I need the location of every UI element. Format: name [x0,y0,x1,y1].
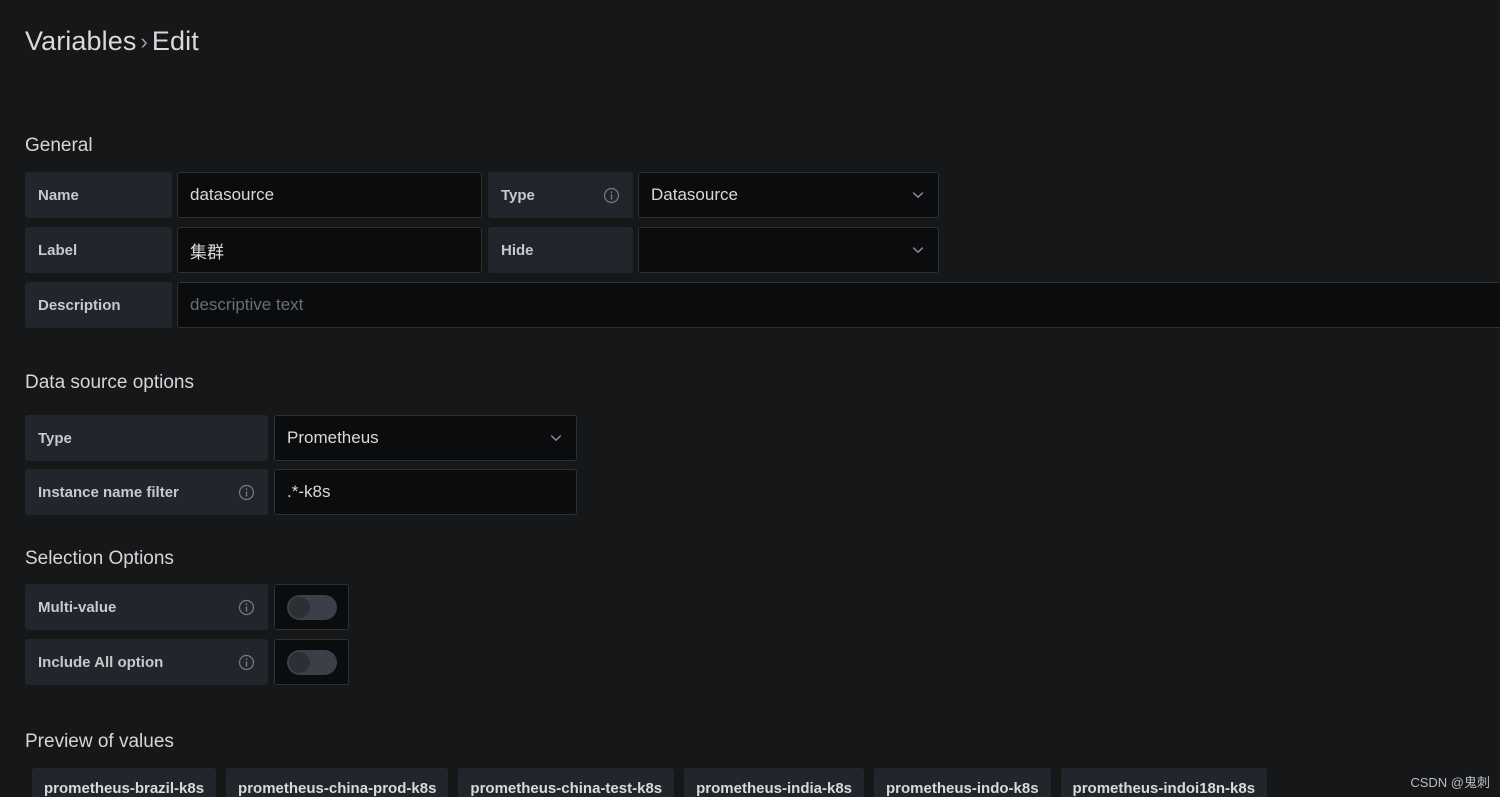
label-field-label: Label [25,227,172,273]
field-row-label: Label 集群 [25,227,482,273]
multi-value-label-text: Multi-value [38,598,117,616]
include-all-toggle-knob [288,651,310,673]
ds-type-select[interactable]: Prometheus [274,415,577,461]
multi-value-toggle[interactable] [274,584,349,630]
multi-value-label: Multi-value [25,584,268,630]
field-row-multi-value: Multi-value [25,584,349,630]
info-circle-icon[interactable] [238,599,255,616]
type-select[interactable]: Datasource [638,172,939,218]
include-all-label-text: Include All option [38,653,164,671]
instance-name-filter-label: Instance name filter [25,469,268,515]
chevron-down-icon[interactable] [910,187,926,203]
preview-value-chip[interactable]: prometheus-indo-k8s [874,768,1051,797]
preview-value-chip[interactable]: prometheus-china-prod-k8s [226,768,449,797]
description-input[interactable]: descriptive text [177,282,1500,328]
name-label-text: Name [38,186,79,204]
ds-type-select-value: Prometheus [287,428,379,447]
hide-label: Hide [488,227,633,273]
preview-values-list: prometheus-brazil-k8s prometheus-china-p… [32,768,1268,797]
include-all-toggle[interactable] [274,639,349,685]
multi-value-toggle-knob [288,596,310,618]
breadcrumb-current: Edit [151,26,199,56]
field-row-include-all: Include All option [25,639,349,685]
preview-value-chip[interactable]: prometheus-china-test-k8s [458,768,675,797]
description-placeholder: descriptive text [190,295,304,314]
description-label-text: Description [38,296,121,314]
type-select-value: Datasource [651,185,738,204]
variable-edit-page: Variables › Edit General Name datasource T… [0,0,1500,797]
field-row-description: Description descriptive text [25,282,1500,328]
instance-name-filter-input[interactable]: .*-k8s [274,469,577,515]
breadcrumb-root[interactable]: Variables [25,26,136,56]
field-row-instance-name-filter: Instance name filter .*-k8s [25,469,577,515]
breadcrumb: Variables › Edit [25,26,199,57]
ds-type-label: Type [25,415,268,461]
preview-value-chip[interactable]: prometheus-indoi18n-k8s [1060,768,1268,797]
watermark: CSDN @鬼刺 [1410,775,1490,790]
field-row-ds-type: Type Prometheus [25,415,577,461]
label-field-label-text: Label [38,241,78,259]
preview-value-chip[interactable]: prometheus-india-k8s [684,768,865,797]
hide-label-text: Hide [501,241,534,259]
type-label: Type [488,172,633,218]
info-circle-icon[interactable] [238,654,255,671]
preview-value-chip[interactable]: prometheus-brazil-k8s [32,768,217,797]
section-title-datasource-options: Data source options [25,372,194,393]
info-circle-icon[interactable] [238,484,255,501]
field-row-hide: Hide [488,227,939,273]
name-input-value: datasource [190,185,275,204]
include-all-label: Include All option [25,639,268,685]
multi-value-toggle-track[interactable] [286,594,337,620]
hide-select[interactable] [638,227,939,273]
info-circle-icon[interactable] [603,187,620,204]
chevron-down-icon[interactable] [910,242,926,258]
type-label-text: Type [501,186,535,204]
field-row-type: Type Datasource [488,172,939,218]
field-row-name: Name datasource [25,172,482,218]
instance-name-filter-label-text: Instance name filter [38,483,179,501]
label-field-input[interactable]: 集群 [177,227,482,273]
label-field-value: 集群 [190,242,224,262]
name-label: Name [25,172,172,218]
section-title-preview: Preview of values [25,731,174,752]
section-title-general: General [25,135,93,156]
instance-name-filter-value: .*-k8s [287,482,331,501]
ds-type-label-text: Type [38,429,72,447]
description-label: Description [25,282,172,328]
section-title-selection-options: Selection Options [25,548,174,569]
include-all-toggle-track[interactable] [286,649,337,675]
name-input[interactable]: datasource [177,172,482,218]
chevron-down-icon[interactable] [548,430,564,446]
breadcrumb-separator-icon: › [140,29,148,54]
